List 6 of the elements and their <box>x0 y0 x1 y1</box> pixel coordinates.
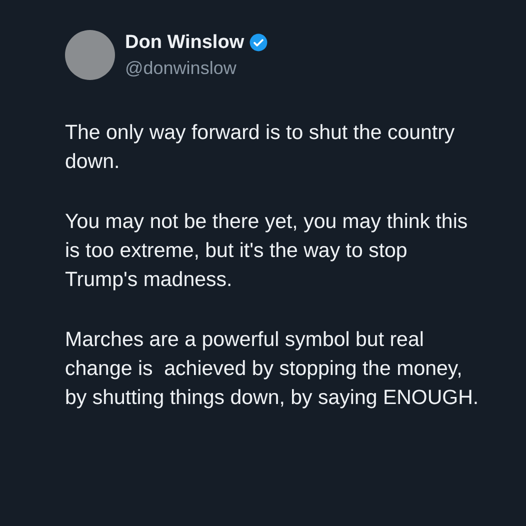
post-paragraph: You may not be there yet, you may think this is too extreme, but it's the way to stop Trump's madness. <box>65 209 469 293</box>
post-paragraph: Marches are a powerful symbol but real change is achieved by stopping the money, by shutting things down, by saying ENOUGH. <box>65 327 480 411</box>
post-paragraph: The only way forward is to shut the country down. <box>65 120 456 175</box>
author-name: Don Winslow <box>125 32 244 54</box>
avatar-placeholder <box>65 30 115 80</box>
author-handle: @donwinslow <box>125 58 238 78</box>
